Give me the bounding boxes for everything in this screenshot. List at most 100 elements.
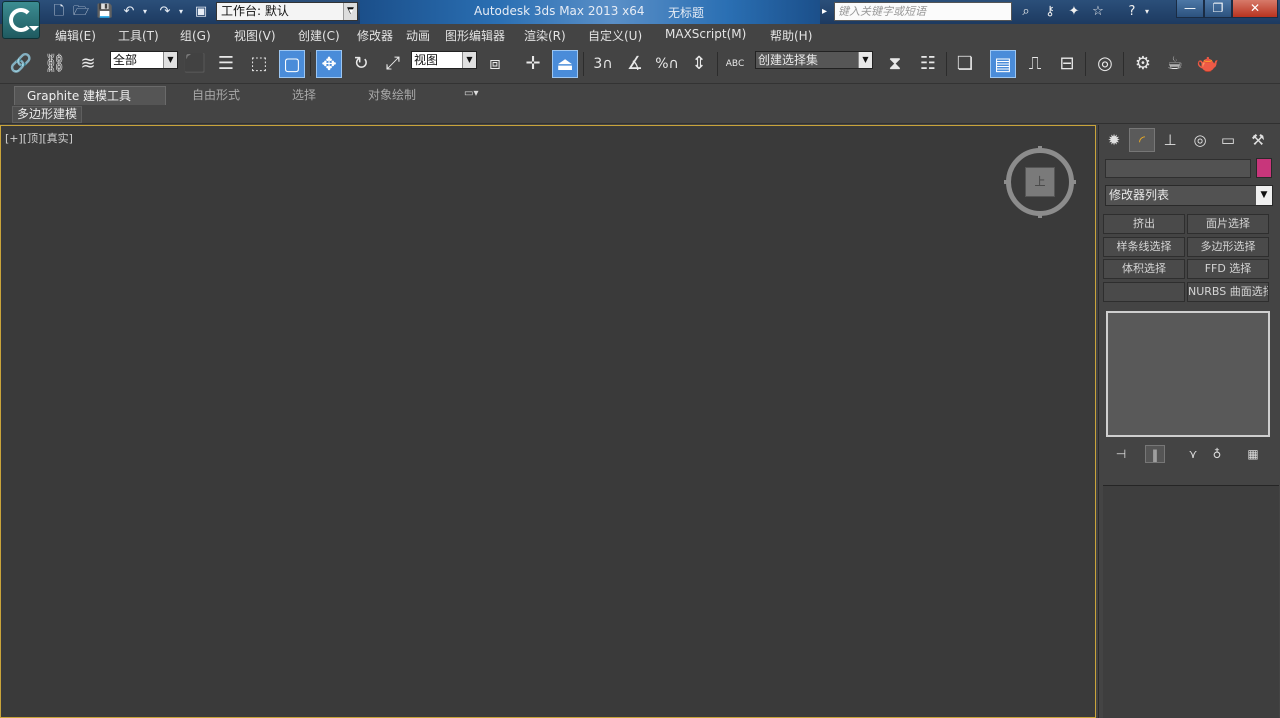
tab-object-paint[interactable]: 对象绘制 xyxy=(356,86,428,105)
motion-tab-icon[interactable]: ◎ xyxy=(1187,128,1213,152)
help-dropdown-icon[interactable]: ▾ xyxy=(1142,3,1152,21)
angle-snap-icon[interactable]: ∡ xyxy=(622,50,648,78)
pivot-center-icon[interactable]: ⧈ xyxy=(482,50,508,78)
modifier-extrude-button[interactable]: 挤出 xyxy=(1103,214,1185,234)
application-menu-button[interactable] xyxy=(2,1,40,39)
display-tab-icon[interactable]: ▭ xyxy=(1215,128,1241,152)
unlink-selection-icon[interactable]: ⛓ xyxy=(42,50,68,78)
remove-modifier-icon[interactable]: ♁ xyxy=(1207,445,1227,463)
menu-graph-editors[interactable]: 图形编辑器 xyxy=(445,27,505,44)
viewcube-top-face[interactable]: 上 xyxy=(1025,167,1055,197)
percent-snap-icon[interactable]: %∩ xyxy=(654,50,680,78)
modifier-spline-select-button[interactable]: 样条线选择 xyxy=(1103,237,1185,257)
menu-tools[interactable]: 工具(T) xyxy=(118,27,159,44)
tab-graphite-modeling[interactable]: Graphite 建模工具 xyxy=(14,86,166,105)
modifier-poly-select-button[interactable]: 多边形选择 xyxy=(1187,237,1269,257)
viewport-label[interactable]: [+][顶][真实] xyxy=(5,130,73,146)
menu-rendering[interactable]: 渲染(R) xyxy=(524,27,566,44)
modify-tab-icon[interactable]: ◜ xyxy=(1129,128,1155,152)
modifier-nurbs-surface-select-button[interactable]: NURBS 曲面选择 xyxy=(1187,282,1269,302)
menu-modifiers[interactable]: 修改器 xyxy=(357,27,393,44)
menu-group[interactable]: 组(G) xyxy=(180,27,211,44)
modifier-stack-list[interactable] xyxy=(1106,311,1270,437)
show-end-result-icon[interactable]: ‖ xyxy=(1145,445,1165,463)
make-unique-icon[interactable]: ⋎ xyxy=(1183,445,1203,463)
reference-coordinate-select[interactable]: 视图 ▼ xyxy=(411,51,477,69)
schematic-view-icon[interactable]: ⊟ xyxy=(1054,50,1080,78)
tab-selection[interactable]: 选择 xyxy=(280,86,328,105)
open-icon[interactable]: 🗁 xyxy=(72,3,90,21)
select-by-name-icon[interactable]: ☰ xyxy=(213,50,239,78)
project-folder-icon[interactable]: ▣ xyxy=(192,3,210,21)
menu-views[interactable]: 视图(V) xyxy=(234,27,276,44)
workspace-select[interactable]: 工作台: 默认 ▼ xyxy=(216,2,358,21)
tab-freeform[interactable]: 自由形式 xyxy=(180,86,252,105)
object-color-swatch[interactable] xyxy=(1256,158,1272,178)
align-icon[interactable]: ☷ xyxy=(915,50,941,78)
infocenter-search-input[interactable]: 键入关键字或短语 xyxy=(834,2,1012,21)
keyboard-shortcut-override-icon[interactable]: ⏏ xyxy=(552,50,578,78)
expand-arrow-icon[interactable]: ▸ xyxy=(822,2,834,22)
select-and-scale-icon[interactable]: ⤢ xyxy=(380,50,406,78)
snaps-toggle-icon[interactable]: 3∩ xyxy=(590,50,616,78)
redo-icon[interactable]: ↷ xyxy=(156,3,174,21)
rectangular-selection-icon[interactable]: ⬚ xyxy=(246,50,272,78)
select-and-manipulate-icon[interactable]: ✛ xyxy=(520,50,546,78)
render-production-icon[interactable]: 🫖 xyxy=(1195,50,1221,78)
menu-create[interactable]: 创建(C) xyxy=(298,27,340,44)
modifier-list-select[interactable]: 修改器列表 ▼ xyxy=(1105,185,1273,206)
pin-stack-icon[interactable]: ⊣ xyxy=(1111,445,1131,463)
curve-editor-icon[interactable]: ⎍ xyxy=(1022,50,1048,78)
new-icon[interactable]: 🗋 xyxy=(50,3,68,21)
hierarchy-tab-icon[interactable]: ⊥ xyxy=(1157,128,1183,152)
render-setup-icon[interactable]: ⚙ xyxy=(1130,50,1156,78)
menu-edit[interactable]: 编辑(E) xyxy=(55,27,96,44)
mirror-icon[interactable]: ⧗ xyxy=(882,50,908,78)
modifier-ffd-select-button[interactable]: FFD 选择 xyxy=(1187,259,1269,279)
modifier-volume-select-button[interactable]: 体积选择 xyxy=(1103,259,1185,279)
binoculars-icon[interactable]: ⌕ xyxy=(1016,3,1036,21)
panel-polygon-modeling[interactable]: 多边形建模 xyxy=(12,106,83,123)
graphite-ribbon-toggle-icon[interactable]: ▤ xyxy=(990,50,1016,78)
ribbon-options-icon[interactable]: ▭▾ xyxy=(464,88,488,102)
undo-dropdown-icon[interactable]: ▾ xyxy=(140,3,150,21)
layer-manager-icon[interactable]: ❏ xyxy=(952,50,978,78)
star-cross-icon[interactable]: ✦ xyxy=(1064,3,1084,21)
redo-dropdown-icon[interactable]: ▾ xyxy=(176,3,186,21)
window-controls: — ❐ ✕ xyxy=(1176,0,1278,20)
window-crossing-icon[interactable]: ▢ xyxy=(279,50,305,78)
maximize-button[interactable]: ❐ xyxy=(1204,0,1232,18)
material-editor-icon[interactable]: ◎ xyxy=(1092,50,1118,78)
edit-named-selection-icon[interactable]: ABC xyxy=(722,50,748,78)
select-and-move-icon[interactable]: ✥ xyxy=(316,50,342,78)
help-icon[interactable]: ? xyxy=(1122,3,1142,21)
select-and-link-icon[interactable]: 🔗 xyxy=(8,50,34,78)
undo-icon[interactable]: ↶ xyxy=(120,3,138,21)
viewcube[interactable]: 上 xyxy=(1006,148,1074,216)
minimize-button[interactable]: — xyxy=(1176,0,1204,18)
menu-customize[interactable]: 自定义(U) xyxy=(588,27,642,44)
spinner-snap-icon[interactable]: ⇕ xyxy=(686,50,712,78)
parameters-rollout-area xyxy=(1103,485,1279,718)
save-icon[interactable]: 💾 xyxy=(96,3,114,21)
viewport-top[interactable]: [+][顶][真实] 上 xyxy=(0,125,1096,718)
configure-modifier-sets-icon[interactable]: ▦ xyxy=(1243,445,1263,463)
bind-to-space-warp-icon[interactable]: ≋ xyxy=(75,50,101,78)
named-selection-set-select[interactable]: 创建选择集 ▼ xyxy=(755,51,873,69)
modifier-empty-button[interactable] xyxy=(1103,282,1185,302)
create-tab-icon[interactable]: ✹ xyxy=(1101,128,1127,152)
selection-filter-select[interactable]: 全部 ▼ xyxy=(110,51,178,69)
object-name-input[interactable] xyxy=(1105,159,1251,178)
close-button[interactable]: ✕ xyxy=(1232,0,1278,18)
select-and-rotate-icon[interactable]: ↻ xyxy=(348,50,374,78)
menu-maxscript[interactable]: MAXScript(M) xyxy=(665,27,746,41)
favorites-star-icon[interactable]: ☆ xyxy=(1088,3,1108,21)
menu-animation[interactable]: 动画 xyxy=(406,27,430,44)
menu-help[interactable]: 帮助(H) xyxy=(770,27,812,44)
modifier-patch-select-button[interactable]: 面片选择 xyxy=(1187,214,1269,234)
rendered-frame-window-icon[interactable]: ☕ xyxy=(1162,50,1188,78)
customize-qa-dropdown-icon[interactable]: ▾ xyxy=(344,3,358,21)
utilities-tab-icon[interactable]: ⚒ xyxy=(1245,128,1271,152)
select-object-icon[interactable]: ⬛ xyxy=(182,50,208,78)
key-icon[interactable]: ⚷ xyxy=(1040,3,1060,21)
